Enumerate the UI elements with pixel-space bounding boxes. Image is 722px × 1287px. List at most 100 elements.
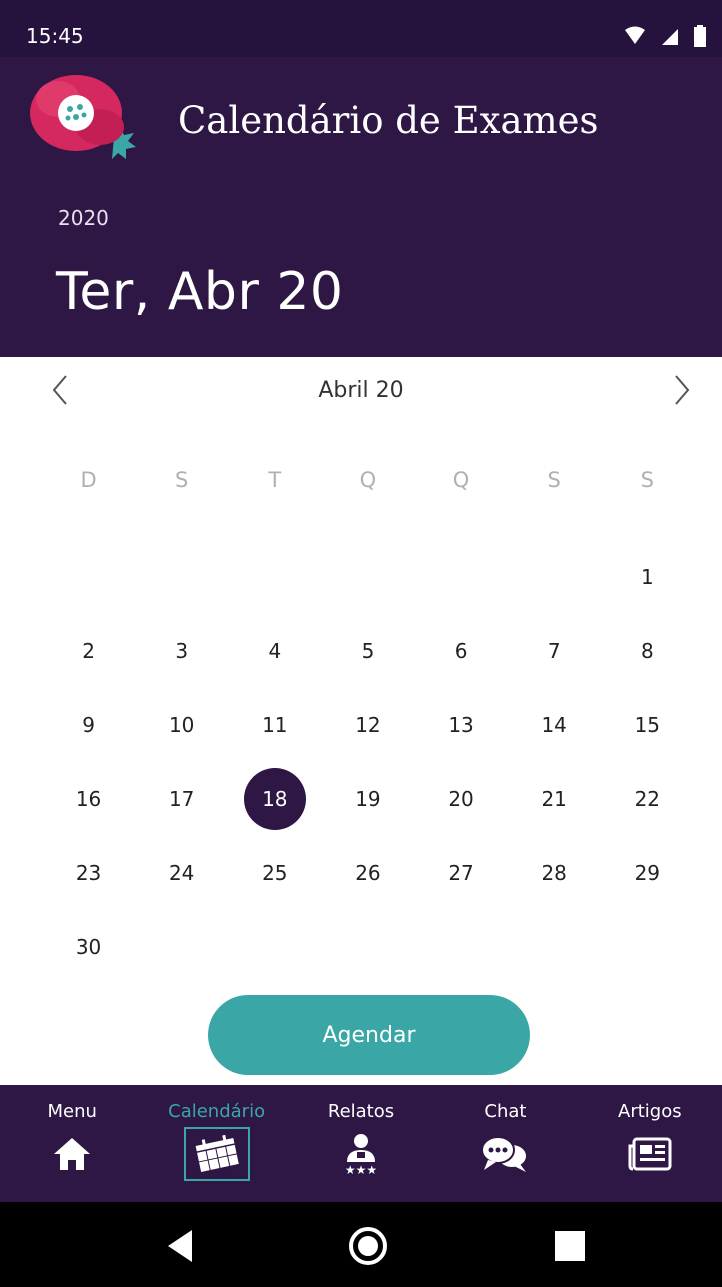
- calendar-day[interactable]: 14: [508, 688, 601, 762]
- calendar-day-number: 8: [640, 639, 654, 663]
- calendar-day-number: 25: [262, 861, 288, 885]
- calendar-week-row: 30: [42, 910, 694, 984]
- nav-item-label: Menu: [47, 1101, 97, 1122]
- calendar-day[interactable]: 11: [228, 688, 321, 762]
- calendar-day[interactable]: 13: [415, 688, 508, 762]
- calendar-day-number: 27: [448, 861, 474, 885]
- calendar-day[interactable]: 16: [42, 762, 135, 836]
- calendar-day-number: 28: [541, 861, 567, 885]
- calendar-day[interactable]: 25: [228, 836, 321, 910]
- calendar-week-row: 2 3 4 5 6 7 8: [42, 614, 694, 688]
- weekday-label: Q: [452, 468, 470, 492]
- calendar-day[interactable]: 22: [601, 762, 694, 836]
- nav-item-label: Relatos: [327, 1101, 395, 1122]
- month-navigation: Abril 20: [0, 360, 722, 422]
- calendar-day[interactable]: 21: [508, 762, 601, 836]
- calendar-day-number: 4: [268, 639, 282, 663]
- calendar-day[interactable]: 24: [135, 836, 228, 910]
- header-year[interactable]: 2020: [58, 205, 109, 231]
- weekday-label: S: [640, 468, 654, 492]
- calendar-day[interactable]: 28: [508, 836, 601, 910]
- calendar-day-number: 29: [634, 861, 661, 885]
- calendar-day[interactable]: 27: [415, 836, 508, 910]
- calendar-week-row: 9 10 11 12 13 14 15: [42, 688, 694, 762]
- calendar-day[interactable]: 10: [135, 688, 228, 762]
- calendar-day[interactable]: 5: [321, 614, 414, 688]
- calendar-day[interactable]: 20: [415, 762, 508, 836]
- calendar-day[interactable]: 7: [508, 614, 601, 688]
- weekday-label: T: [268, 468, 282, 492]
- calendar-day[interactable]: 8: [601, 614, 694, 688]
- svg-text:★★★: ★★★: [345, 1163, 377, 1176]
- calendar-day-number: 14: [541, 713, 567, 737]
- calendar-empty-cell: [228, 910, 321, 984]
- header-selected-date: Ter, Abr 20: [56, 262, 344, 322]
- recents-square-icon: [555, 1231, 585, 1261]
- calendar-day-number: 16: [75, 787, 102, 811]
- calendar-day-number: 18: [243, 768, 306, 830]
- bottom-navigation: Menu Calendário Relatos ★★★ Chat Artigos: [0, 1085, 722, 1202]
- calendar-day-number: 3: [175, 639, 189, 663]
- weekday-label: S: [547, 468, 561, 492]
- calendar-day[interactable]: 1: [601, 540, 694, 614]
- calendar-day[interactable]: 30: [42, 910, 135, 984]
- system-home-button[interactable]: [346, 1224, 390, 1268]
- calendar-empty-cell: [321, 540, 414, 614]
- calendar-day-number: 30: [75, 935, 102, 959]
- flower-logo-icon: [30, 75, 136, 159]
- battery-icon: [694, 25, 706, 47]
- calendar-day-number: 24: [168, 861, 195, 885]
- status-icons: [624, 24, 706, 48]
- calendar-icon: [183, 1127, 250, 1181]
- next-month-button[interactable]: [662, 370, 702, 410]
- calendar-day-number: 20: [448, 787, 474, 811]
- calendar-empty-cell: [135, 910, 228, 984]
- calendar-day-number: 12: [355, 713, 381, 737]
- status-bar: 15:45: [0, 0, 722, 57]
- calendar-empty-cell: [228, 540, 321, 614]
- testimonial-icon: ★★★: [331, 1129, 391, 1179]
- calendar-day-number: 11: [262, 713, 288, 737]
- home-circle-icon: [349, 1227, 387, 1265]
- calendar-empty-cell: [508, 910, 601, 984]
- weekday-label: S: [175, 468, 189, 492]
- calendar-day[interactable]: 29: [601, 836, 694, 910]
- nav-item-menu[interactable]: Menu: [0, 1085, 144, 1202]
- calendar-day-number: 23: [75, 861, 102, 885]
- header: Calendário de Exames 2020 Ter, Abr 20: [0, 57, 722, 357]
- weekday-header: D S T Q Q S S: [42, 460, 694, 500]
- calendar-week-row: 1: [42, 540, 694, 614]
- calendar-day[interactable]: 2: [42, 614, 135, 688]
- nav-item-label: Calendário: [168, 1101, 266, 1122]
- calendar-day-number: 21: [541, 787, 567, 811]
- calendar-day[interactable]: 4: [228, 614, 321, 688]
- app-title: Calendário de Exames: [178, 99, 599, 142]
- calendar-day-number: 10: [168, 713, 195, 737]
- calendar-day[interactable]: 19: [321, 762, 414, 836]
- nav-item-articles[interactable]: Artigos: [578, 1085, 722, 1202]
- calendar-day-selected[interactable]: 18: [228, 762, 321, 836]
- wifi-icon: [625, 26, 645, 44]
- calendar-day[interactable]: 6: [415, 614, 508, 688]
- schedule-button[interactable]: Agendar: [208, 995, 530, 1075]
- system-back-button[interactable]: [160, 1224, 204, 1268]
- nav-item-label: Chat: [484, 1101, 527, 1122]
- system-recents-button[interactable]: [548, 1224, 592, 1268]
- nav-item-testimonials[interactable]: Relatos ★★★: [289, 1085, 433, 1202]
- calendar-day[interactable]: 9: [42, 688, 135, 762]
- calendar-day-number: 1: [640, 565, 654, 589]
- calendar-day[interactable]: 23: [42, 836, 135, 910]
- month-label: Abril 20: [318, 378, 404, 403]
- calendar-day[interactable]: 26: [321, 836, 414, 910]
- calendar-day-number: 7: [547, 639, 561, 663]
- home-icon: [42, 1129, 102, 1179]
- calendar-day[interactable]: 3: [135, 614, 228, 688]
- calendar-day[interactable]: 12: [321, 688, 414, 762]
- nav-item-chat[interactable]: Chat: [433, 1085, 577, 1202]
- calendar-empty-cell: [415, 540, 508, 614]
- calendar-day-number: 19: [355, 787, 381, 811]
- system-navigation-bar: [0, 1202, 722, 1287]
- calendar-day[interactable]: 15: [601, 688, 694, 762]
- nav-item-calendar[interactable]: Calendário: [144, 1085, 288, 1202]
- calendar-day[interactable]: 17: [135, 762, 228, 836]
